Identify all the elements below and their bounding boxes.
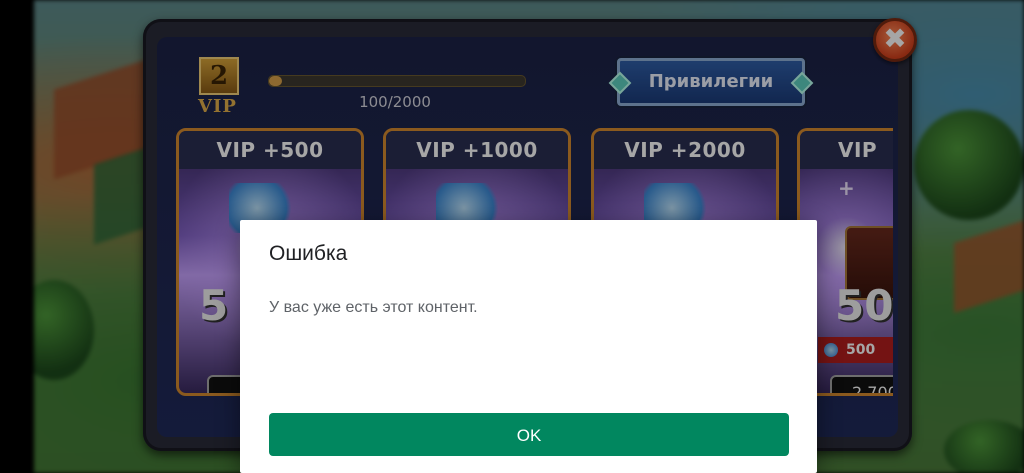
dialog-title: Ошибка [269, 242, 348, 265]
dialog-message: У вас уже есть этот контент. [269, 299, 478, 316]
ok-button[interactable]: OK [269, 413, 789, 456]
error-dialog: Ошибка У вас уже есть этот контент. OK [240, 220, 817, 473]
